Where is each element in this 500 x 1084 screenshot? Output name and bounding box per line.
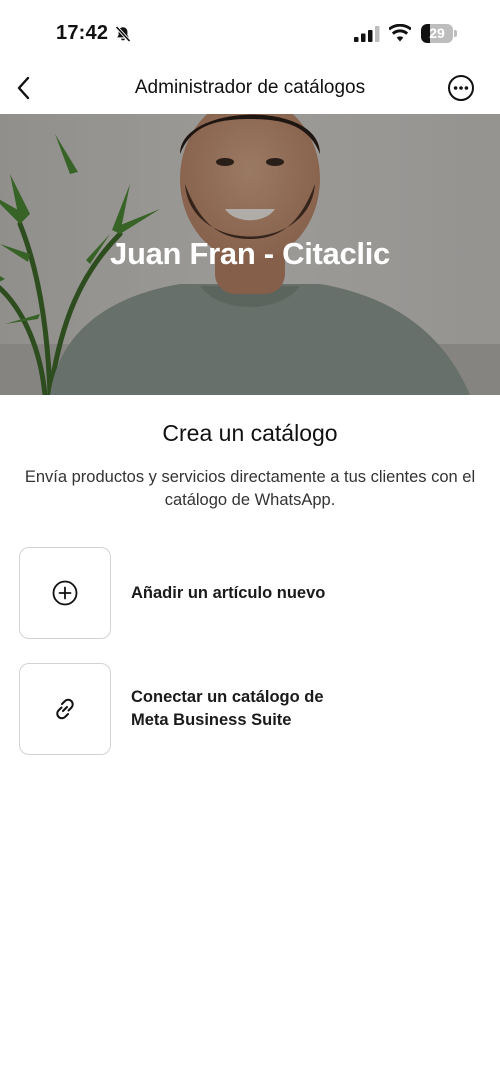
- signal-icon: [354, 26, 380, 42]
- add-new-item-label: Añadir un artículo nuevo: [131, 583, 326, 602]
- connect-catalog-icon-box: [19, 663, 111, 755]
- page-title: Administrador de catálogos: [134, 77, 366, 98]
- more-options-button[interactable]: [447, 74, 475, 102]
- add-new-item-button[interactable]: Añadir un artículo nuevo: [19, 547, 481, 639]
- connect-catalog-button[interactable]: Conectar un catálogo de Meta Business Su…: [19, 663, 481, 755]
- section-description: Envía productos y servicios directamente…: [24, 468, 476, 509]
- navigation-bar: Administrador de catálogos: [0, 66, 500, 114]
- cover-image: Juan Fran - Citaclic: [0, 114, 500, 395]
- plus-circle-icon: [52, 580, 78, 606]
- link-icon: [56, 698, 74, 720]
- status-time: 17:42: [56, 22, 109, 44]
- connect-catalog-label-line1: Conectar un catálogo de: [131, 688, 324, 706]
- add-item-icon-box: [19, 547, 111, 639]
- section-title: Crea un catálogo: [162, 420, 338, 446]
- battery-icon: 29: [421, 24, 457, 43]
- status-bar: 17:42 29: [0, 0, 500, 66]
- connect-catalog-label: Conectar un catálogo de Meta Business Su…: [131, 663, 324, 755]
- bell-slash-icon: [115, 25, 131, 43]
- connect-catalog-label-line2: Meta Business Suite: [131, 711, 292, 729]
- wifi-icon: [389, 24, 411, 42]
- battery-level: 29: [429, 25, 445, 41]
- business-name: Juan Fran - Citaclic: [110, 236, 390, 271]
